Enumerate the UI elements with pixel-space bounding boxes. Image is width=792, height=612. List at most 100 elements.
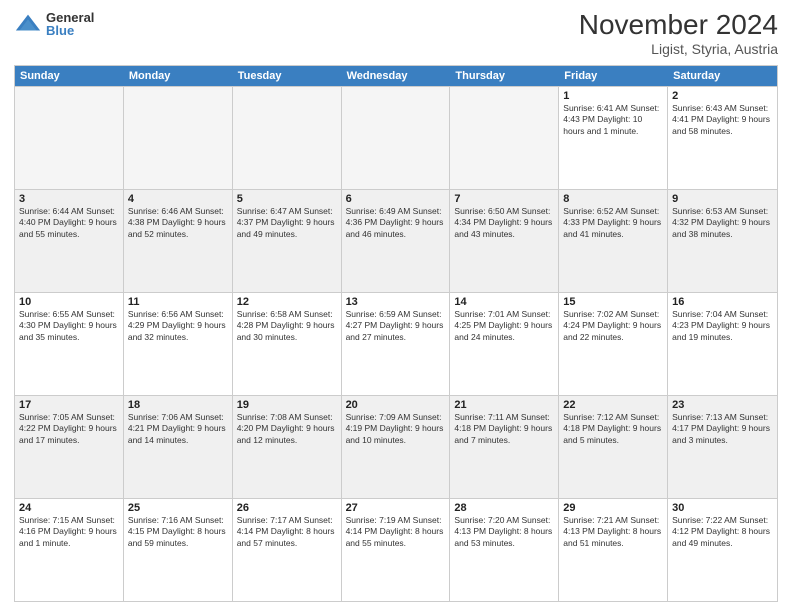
calendar-row-0: 1Sunrise: 6:41 AM Sunset: 4:43 PM Daylig… <box>15 86 777 189</box>
day-number: 8 <box>563 193 663 205</box>
logo-blue: Blue <box>46 24 94 37</box>
day-info: Sunrise: 7:01 AM Sunset: 4:25 PM Dayligh… <box>454 309 554 343</box>
day-info: Sunrise: 6:56 AM Sunset: 4:29 PM Dayligh… <box>128 309 228 343</box>
calendar-body: 1Sunrise: 6:41 AM Sunset: 4:43 PM Daylig… <box>15 86 777 601</box>
calendar-row-2: 10Sunrise: 6:55 AM Sunset: 4:30 PM Dayli… <box>15 292 777 395</box>
day-number: 3 <box>19 193 119 205</box>
day-info: Sunrise: 7:08 AM Sunset: 4:20 PM Dayligh… <box>237 412 337 446</box>
page-subtitle: Ligist, Styria, Austria <box>579 41 778 57</box>
day-number: 13 <box>346 296 446 308</box>
day-info: Sunrise: 6:58 AM Sunset: 4:28 PM Dayligh… <box>237 309 337 343</box>
calendar-cell: 20Sunrise: 7:09 AM Sunset: 4:19 PM Dayli… <box>342 396 451 498</box>
calendar-cell <box>450 87 559 189</box>
header-day-monday: Monday <box>124 66 233 86</box>
calendar-cell: 25Sunrise: 7:16 AM Sunset: 4:15 PM Dayli… <box>124 499 233 601</box>
calendar-row-3: 17Sunrise: 7:05 AM Sunset: 4:22 PM Dayli… <box>15 395 777 498</box>
calendar-cell: 29Sunrise: 7:21 AM Sunset: 4:13 PM Dayli… <box>559 499 668 601</box>
day-number: 17 <box>19 399 119 411</box>
day-number: 7 <box>454 193 554 205</box>
calendar-cell <box>15 87 124 189</box>
calendar-cell: 19Sunrise: 7:08 AM Sunset: 4:20 PM Dayli… <box>233 396 342 498</box>
day-number: 1 <box>563 90 663 102</box>
calendar-cell: 12Sunrise: 6:58 AM Sunset: 4:28 PM Dayli… <box>233 293 342 395</box>
day-number: 25 <box>128 502 228 514</box>
calendar-cell: 17Sunrise: 7:05 AM Sunset: 4:22 PM Dayli… <box>15 396 124 498</box>
day-number: 9 <box>672 193 773 205</box>
logo-icon <box>14 10 42 38</box>
calendar-cell: 27Sunrise: 7:19 AM Sunset: 4:14 PM Dayli… <box>342 499 451 601</box>
day-info: Sunrise: 6:43 AM Sunset: 4:41 PM Dayligh… <box>672 103 773 137</box>
calendar-cell: 14Sunrise: 7:01 AM Sunset: 4:25 PM Dayli… <box>450 293 559 395</box>
calendar-cell: 6Sunrise: 6:49 AM Sunset: 4:36 PM Daylig… <box>342 190 451 292</box>
day-number: 18 <box>128 399 228 411</box>
calendar-cell <box>124 87 233 189</box>
day-info: Sunrise: 6:41 AM Sunset: 4:43 PM Dayligh… <box>563 103 663 137</box>
day-info: Sunrise: 7:16 AM Sunset: 4:15 PM Dayligh… <box>128 515 228 549</box>
header-day-thursday: Thursday <box>450 66 559 86</box>
day-info: Sunrise: 7:09 AM Sunset: 4:19 PM Dayligh… <box>346 412 446 446</box>
header: General Blue November 2024 Ligist, Styri… <box>14 10 778 57</box>
calendar-row-4: 24Sunrise: 7:15 AM Sunset: 4:16 PM Dayli… <box>15 498 777 601</box>
day-number: 2 <box>672 90 773 102</box>
day-info: Sunrise: 7:13 AM Sunset: 4:17 PM Dayligh… <box>672 412 773 446</box>
calendar-cell: 5Sunrise: 6:47 AM Sunset: 4:37 PM Daylig… <box>233 190 342 292</box>
header-day-tuesday: Tuesday <box>233 66 342 86</box>
day-number: 30 <box>672 502 773 514</box>
calendar-cell: 9Sunrise: 6:53 AM Sunset: 4:32 PM Daylig… <box>668 190 777 292</box>
header-day-friday: Friday <box>559 66 668 86</box>
day-info: Sunrise: 6:49 AM Sunset: 4:36 PM Dayligh… <box>346 206 446 240</box>
day-number: 20 <box>346 399 446 411</box>
calendar-cell: 11Sunrise: 6:56 AM Sunset: 4:29 PM Dayli… <box>124 293 233 395</box>
day-number: 19 <box>237 399 337 411</box>
calendar-cell: 28Sunrise: 7:20 AM Sunset: 4:13 PM Dayli… <box>450 499 559 601</box>
day-info: Sunrise: 6:47 AM Sunset: 4:37 PM Dayligh… <box>237 206 337 240</box>
day-number: 29 <box>563 502 663 514</box>
day-info: Sunrise: 7:11 AM Sunset: 4:18 PM Dayligh… <box>454 412 554 446</box>
day-info: Sunrise: 6:53 AM Sunset: 4:32 PM Dayligh… <box>672 206 773 240</box>
day-number: 15 <box>563 296 663 308</box>
day-info: Sunrise: 7:02 AM Sunset: 4:24 PM Dayligh… <box>563 309 663 343</box>
day-info: Sunrise: 6:52 AM Sunset: 4:33 PM Dayligh… <box>563 206 663 240</box>
day-info: Sunrise: 7:17 AM Sunset: 4:14 PM Dayligh… <box>237 515 337 549</box>
day-number: 23 <box>672 399 773 411</box>
calendar-cell: 7Sunrise: 6:50 AM Sunset: 4:34 PM Daylig… <box>450 190 559 292</box>
day-number: 14 <box>454 296 554 308</box>
day-info: Sunrise: 7:05 AM Sunset: 4:22 PM Dayligh… <box>19 412 119 446</box>
calendar-cell <box>342 87 451 189</box>
day-number: 4 <box>128 193 228 205</box>
calendar-row-1: 3Sunrise: 6:44 AM Sunset: 4:40 PM Daylig… <box>15 189 777 292</box>
logo: General Blue <box>14 10 94 38</box>
day-info: Sunrise: 6:46 AM Sunset: 4:38 PM Dayligh… <box>128 206 228 240</box>
calendar-cell: 1Sunrise: 6:41 AM Sunset: 4:43 PM Daylig… <box>559 87 668 189</box>
calendar-cell: 3Sunrise: 6:44 AM Sunset: 4:40 PM Daylig… <box>15 190 124 292</box>
day-info: Sunrise: 7:22 AM Sunset: 4:12 PM Dayligh… <box>672 515 773 549</box>
day-info: Sunrise: 7:06 AM Sunset: 4:21 PM Dayligh… <box>128 412 228 446</box>
calendar-cell: 23Sunrise: 7:13 AM Sunset: 4:17 PM Dayli… <box>668 396 777 498</box>
day-number: 27 <box>346 502 446 514</box>
calendar-cell: 21Sunrise: 7:11 AM Sunset: 4:18 PM Dayli… <box>450 396 559 498</box>
header-day-saturday: Saturday <box>668 66 777 86</box>
day-info: Sunrise: 7:21 AM Sunset: 4:13 PM Dayligh… <box>563 515 663 549</box>
day-number: 11 <box>128 296 228 308</box>
calendar-cell <box>233 87 342 189</box>
day-number: 24 <box>19 502 119 514</box>
calendar-cell: 8Sunrise: 6:52 AM Sunset: 4:33 PM Daylig… <box>559 190 668 292</box>
day-info: Sunrise: 6:55 AM Sunset: 4:30 PM Dayligh… <box>19 309 119 343</box>
day-info: Sunrise: 7:12 AM Sunset: 4:18 PM Dayligh… <box>563 412 663 446</box>
calendar-cell: 30Sunrise: 7:22 AM Sunset: 4:12 PM Dayli… <box>668 499 777 601</box>
calendar-cell: 13Sunrise: 6:59 AM Sunset: 4:27 PM Dayli… <box>342 293 451 395</box>
day-info: Sunrise: 6:59 AM Sunset: 4:27 PM Dayligh… <box>346 309 446 343</box>
day-number: 5 <box>237 193 337 205</box>
page: General Blue November 2024 Ligist, Styri… <box>0 0 792 612</box>
calendar-cell: 10Sunrise: 6:55 AM Sunset: 4:30 PM Dayli… <box>15 293 124 395</box>
title-block: November 2024 Ligist, Styria, Austria <box>579 10 778 57</box>
calendar-cell: 4Sunrise: 6:46 AM Sunset: 4:38 PM Daylig… <box>124 190 233 292</box>
header-day-wednesday: Wednesday <box>342 66 451 86</box>
day-number: 10 <box>19 296 119 308</box>
day-number: 12 <box>237 296 337 308</box>
calendar-cell: 16Sunrise: 7:04 AM Sunset: 4:23 PM Dayli… <box>668 293 777 395</box>
day-info: Sunrise: 7:19 AM Sunset: 4:14 PM Dayligh… <box>346 515 446 549</box>
calendar-header: SundayMondayTuesdayWednesdayThursdayFrid… <box>15 66 777 86</box>
day-number: 26 <box>237 502 337 514</box>
page-title: November 2024 <box>579 10 778 41</box>
